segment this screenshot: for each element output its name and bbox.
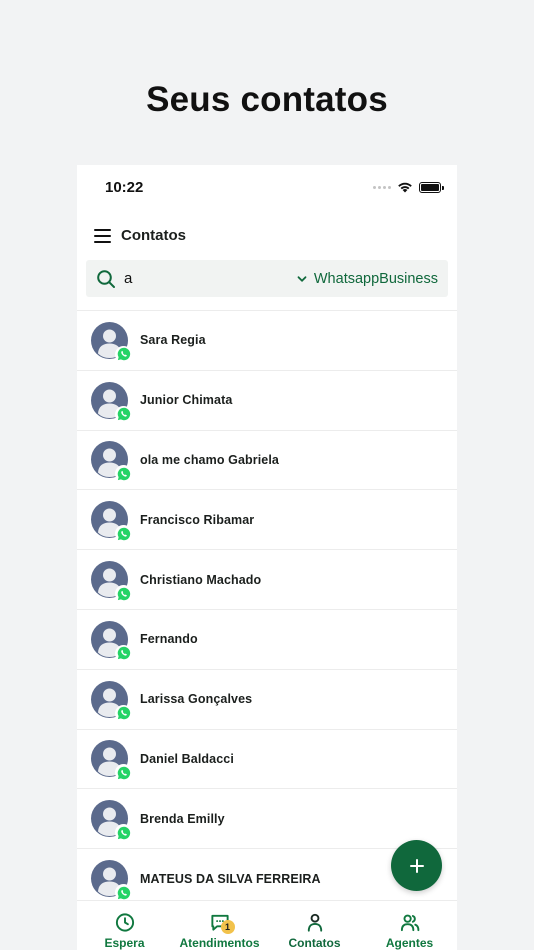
search-bar: WhatsappBusiness — [86, 260, 448, 297]
bottom-nav: Espera 1 Atendimentos Contatos Agentes — [77, 900, 457, 950]
status-bar: 10:22 — [77, 165, 457, 211]
avatar — [91, 860, 132, 902]
contact-row[interactable]: Larissa Gonçalves — [77, 668, 457, 729]
nav-label: Atendimentos — [179, 936, 260, 950]
whatsapp-icon — [115, 465, 132, 483]
search-input[interactable] — [124, 270, 274, 287]
promo-title: Seus contatos — [146, 80, 388, 119]
contact-name: Junior Chimata — [140, 393, 233, 408]
contact-row[interactable]: Fernando — [77, 608, 457, 669]
status-icons — [373, 181, 444, 193]
contact-name: Fernando — [140, 632, 198, 647]
wifi-icon — [398, 182, 412, 193]
nav-label: Agentes — [385, 936, 434, 950]
contact-name: Francisco Ribamar — [140, 512, 255, 527]
add-contact-button[interactable] — [391, 840, 442, 891]
status-time: 10:22 — [105, 179, 144, 196]
channel-filter-select[interactable]: WhatsappBusiness — [296, 271, 438, 287]
avatar — [91, 620, 132, 662]
search-icon — [97, 269, 115, 288]
person-icon — [307, 913, 322, 932]
unread-badge: 1 — [220, 920, 235, 934]
whatsapp-icon — [115, 525, 132, 543]
avatar — [91, 381, 132, 423]
channel-filter-label: WhatsappBusiness — [313, 270, 438, 287]
avatar — [91, 441, 132, 483]
whatsapp-icon — [115, 345, 132, 363]
contact-row[interactable]: Junior Chimata — [77, 369, 457, 430]
people-icon — [400, 914, 419, 932]
contact-row[interactable]: Sara Regia — [77, 310, 457, 370]
avatar — [91, 501, 132, 543]
contact-name: Brenda Emilly — [140, 811, 225, 826]
plus-icon — [409, 858, 424, 873]
chevron-down-icon — [297, 275, 307, 282]
contact-name: Sara Regia — [140, 333, 206, 348]
nav-item-agentes[interactable]: Agentes — [362, 901, 457, 950]
contact-name: Larissa Gonçalves — [140, 692, 253, 707]
nav-item-contatos[interactable]: Contatos — [267, 901, 362, 950]
contact-name: Daniel Baldacci — [140, 751, 234, 766]
contact-list: Sara Regia Junior Chimata ola me chamo Gab… — [77, 310, 457, 908]
whatsapp-icon — [115, 764, 132, 782]
whatsapp-icon — [115, 884, 132, 902]
contact-row[interactable]: Francisco Ribamar — [77, 489, 457, 549]
contact-row[interactable]: Christiano Machado — [77, 549, 457, 609]
avatar — [91, 321, 132, 363]
whatsapp-icon — [115, 824, 132, 842]
contact-name: MATEUS DA SILVA FERREIRA — [140, 871, 321, 886]
avatar — [91, 561, 132, 603]
battery-icon — [419, 181, 444, 193]
whatsapp-icon — [115, 585, 132, 603]
contact-row[interactable]: Daniel Baldacci — [77, 728, 457, 789]
avatar — [91, 800, 132, 842]
nav-label: Espera — [104, 936, 145, 950]
whatsapp-icon — [115, 405, 132, 423]
avatar — [91, 680, 132, 722]
signal-icon — [373, 185, 391, 189]
nav-item-atendimentos[interactable]: 1 Atendimentos — [172, 901, 267, 950]
nav-label: Contatos — [288, 936, 341, 950]
clock-icon — [115, 913, 134, 932]
page-title: Contatos — [121, 227, 186, 244]
whatsapp-icon — [115, 644, 132, 662]
whatsapp-icon — [115, 704, 132, 722]
menu-icon[interactable] — [94, 228, 111, 243]
contact-name: ola me chamo Gabriela — [140, 452, 279, 467]
contact-row[interactable]: ola me chamo Gabriela — [77, 429, 457, 490]
contact-name: Christiano Machado — [140, 572, 262, 587]
avatar — [91, 740, 132, 782]
phone-screen: 10:22 Contatos WhatsappBusiness Sara R — [77, 165, 457, 950]
app-header: Contatos — [77, 211, 457, 260]
nav-item-espera[interactable]: Espera — [77, 901, 172, 950]
contact-row[interactable]: Brenda Emilly — [77, 788, 457, 848]
